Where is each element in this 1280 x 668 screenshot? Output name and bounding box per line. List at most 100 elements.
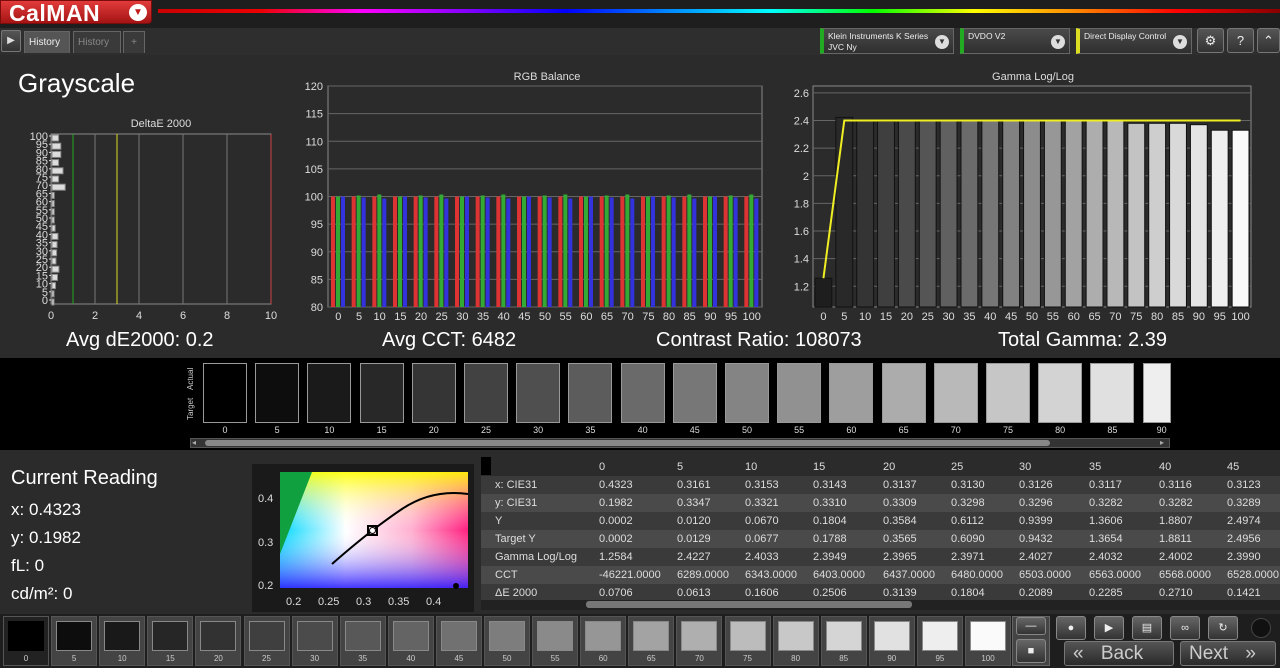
play-icon[interactable]: ▶ — [1, 30, 21, 52]
swatch-scroll-thumb[interactable] — [205, 440, 1050, 446]
footer-swatch-label: 65 — [646, 654, 656, 663]
footer-swatch-button[interactable]: 90 — [868, 616, 915, 666]
footer-swatch-button[interactable]: 95 — [916, 616, 963, 666]
footer-swatch-button[interactable]: 65 — [628, 616, 675, 666]
grayscale-swatch[interactable] — [464, 363, 508, 423]
next-button[interactable]: Next » — [1180, 641, 1276, 666]
meter-dropdown[interactable]: Klein Instruments K Series JVC Ny ▼ — [820, 28, 954, 54]
footer-swatch-button[interactable]: 20 — [195, 616, 242, 666]
table-cell: 6437.0000 — [883, 569, 935, 581]
footer-swatch-button[interactable]: 15 — [147, 616, 194, 666]
table-row[interactable]: CCT -46221.0000 6289.0000 6343.0000 6403.000… — [481, 566, 1280, 584]
footer-swatch-color — [537, 621, 574, 651]
expand-icon[interactable]: ⌃ — [1257, 28, 1280, 53]
deltae-bar — [51, 232, 59, 240]
save-icon[interactable]: ▤ — [1132, 616, 1162, 640]
grayscale-swatch[interactable] — [255, 363, 300, 423]
swatch-label: 0 — [222, 425, 228, 435]
minus-icon[interactable]: — — [1016, 617, 1046, 635]
footer-swatch-button[interactable]: 80 — [772, 616, 819, 666]
stop-icon[interactable]: ■ — [1016, 639, 1046, 663]
footer-swatch-button[interactable]: 55 — [532, 616, 579, 666]
cie-y-tick: 0.3 — [258, 537, 274, 549]
footer-swatch-button[interactable]: 30 — [291, 616, 338, 666]
footer-swatch-button[interactable]: 75 — [724, 616, 771, 666]
grayscale-swatch[interactable] — [1142, 363, 1171, 423]
footer-swatch-button[interactable]: 100 — [965, 616, 1011, 666]
loop-icon[interactable]: ∞ — [1170, 616, 1200, 640]
grayscale-swatch[interactable] — [620, 363, 665, 423]
grayscale-swatch[interactable] — [829, 363, 874, 423]
calman-logo[interactable]: CalMAN ▼ — [0, 0, 152, 26]
table-cell: 6503.0000 — [1019, 569, 1071, 581]
grayscale-swatch[interactable] — [672, 363, 717, 423]
grayscale-swatch[interactable] — [307, 363, 352, 423]
add-tab-button[interactable]: + — [123, 31, 145, 53]
grayscale-swatch[interactable] — [568, 363, 613, 423]
rgb-x-tick: 55 — [560, 311, 572, 323]
footer-swatch-button[interactable]: 70 — [676, 616, 723, 666]
table-row[interactable]: Target Y 0.0002 0.0129 0.0677 0.1788 0.3565 0.… — [481, 530, 1280, 548]
deltae-bar — [51, 265, 60, 273]
logo-dropdown-icon[interactable]: ▼ — [129, 4, 147, 21]
help-icon[interactable]: ? — [1227, 28, 1254, 53]
grayscale-swatch[interactable] — [516, 363, 561, 423]
grayscale-swatch[interactable] — [933, 363, 978, 423]
tab-history-2[interactable]: History 2 — [73, 31, 121, 70]
gamma-x-tick: 35 — [963, 311, 975, 323]
grayscale-swatch[interactable] — [986, 363, 1030, 423]
footer-swatch-button[interactable]: 85 — [820, 616, 867, 666]
gamma-bar — [981, 120, 1000, 308]
settings-gear-icon[interactable]: ⚙ — [1197, 28, 1224, 53]
table-scroll-thumb[interactable] — [586, 601, 912, 608]
table-row[interactable]: Y 0.0002 0.0120 0.0670 0.1804 0.3584 0.6112 0.9… — [481, 512, 1280, 530]
table-cell: 1.2584 — [599, 551, 633, 563]
rgb-bar — [563, 194, 568, 307]
table-row[interactable]: y: CIE31 0.1982 0.3347 0.3321 0.3310 0.3309 0.… — [481, 494, 1280, 512]
table-cell: 2.4974 — [1227, 515, 1261, 527]
footer-swatch-button[interactable]: 45 — [435, 616, 482, 666]
gamma-bar — [1210, 129, 1229, 308]
refresh-icon[interactable]: ↻ — [1208, 616, 1238, 640]
footer-swatch-button[interactable]: 40 — [387, 616, 434, 666]
grayscale-swatch[interactable] — [881, 363, 926, 423]
swatch-label: 55 — [794, 425, 805, 435]
grayscale-swatch[interactable] — [1090, 363, 1135, 423]
footer-swatch-button[interactable]: 5 — [51, 616, 98, 666]
back-button[interactable]: « Back — [1064, 641, 1174, 666]
gamma-x-tick: 90 — [1193, 311, 1205, 323]
tab-history-1[interactable]: History 1 — [24, 31, 70, 70]
grayscale-swatch[interactable] — [725, 363, 769, 423]
cie-x-tick: 0.3 — [356, 596, 372, 608]
table-header-cell: 5 — [677, 461, 684, 473]
footer-swatch-label: 0 — [23, 654, 29, 663]
footer-swatch-button[interactable]: 25 — [243, 616, 290, 666]
play-measure-icon[interactable]: ▶ — [1094, 616, 1124, 640]
footer-swatch-button[interactable]: 10 — [99, 616, 146, 666]
scroll-left-icon[interactable]: ◂ — [192, 438, 196, 447]
table-row[interactable]: x: CIE31 0.4323 0.3161 0.3153 0.3143 0.3137 0.… — [481, 476, 1280, 494]
rgb-y-tick: 105 — [305, 164, 323, 176]
source-dropdown[interactable]: DVDO V2 ▼ — [960, 28, 1070, 54]
grayscale-swatch[interactable] — [777, 363, 822, 423]
grayscale-swatch[interactable] — [359, 363, 404, 423]
scroll-right-icon[interactable]: ▸ — [1160, 438, 1164, 447]
stop-record-icon[interactable]: ● — [1056, 616, 1086, 640]
data-table: 05101520253035404550x: CIE310.43230.3161… — [481, 456, 1280, 610]
display-dropdown[interactable]: Direct Display Control ▼ — [1076, 28, 1192, 54]
table-row-label: Target Y — [495, 533, 536, 545]
table-cell: 0.0002 — [599, 533, 633, 545]
footer-swatch-button[interactable]: 35 — [339, 616, 386, 666]
gamma-bar — [1064, 120, 1083, 308]
grayscale-swatch[interactable] — [203, 363, 247, 423]
footer-swatch-button[interactable]: 0 — [3, 616, 49, 666]
cie-x-axis: 0.2 0.25 0.3 0.35 0.4 — [286, 596, 446, 608]
grayscale-swatch[interactable] — [411, 363, 456, 423]
footer-swatch-button[interactable]: 60 — [580, 616, 627, 666]
footer-swatch-button[interactable]: 50 — [484, 616, 530, 666]
cie-x-tick: 0.2 — [286, 596, 302, 608]
footer-swatch-color — [344, 621, 381, 651]
gamma-bar — [1106, 120, 1125, 308]
grayscale-swatch[interactable] — [1038, 363, 1083, 423]
table-row[interactable]: Gamma Log/Log 1.2584 2.4227 2.4033 2.3949 2.3… — [481, 548, 1280, 566]
